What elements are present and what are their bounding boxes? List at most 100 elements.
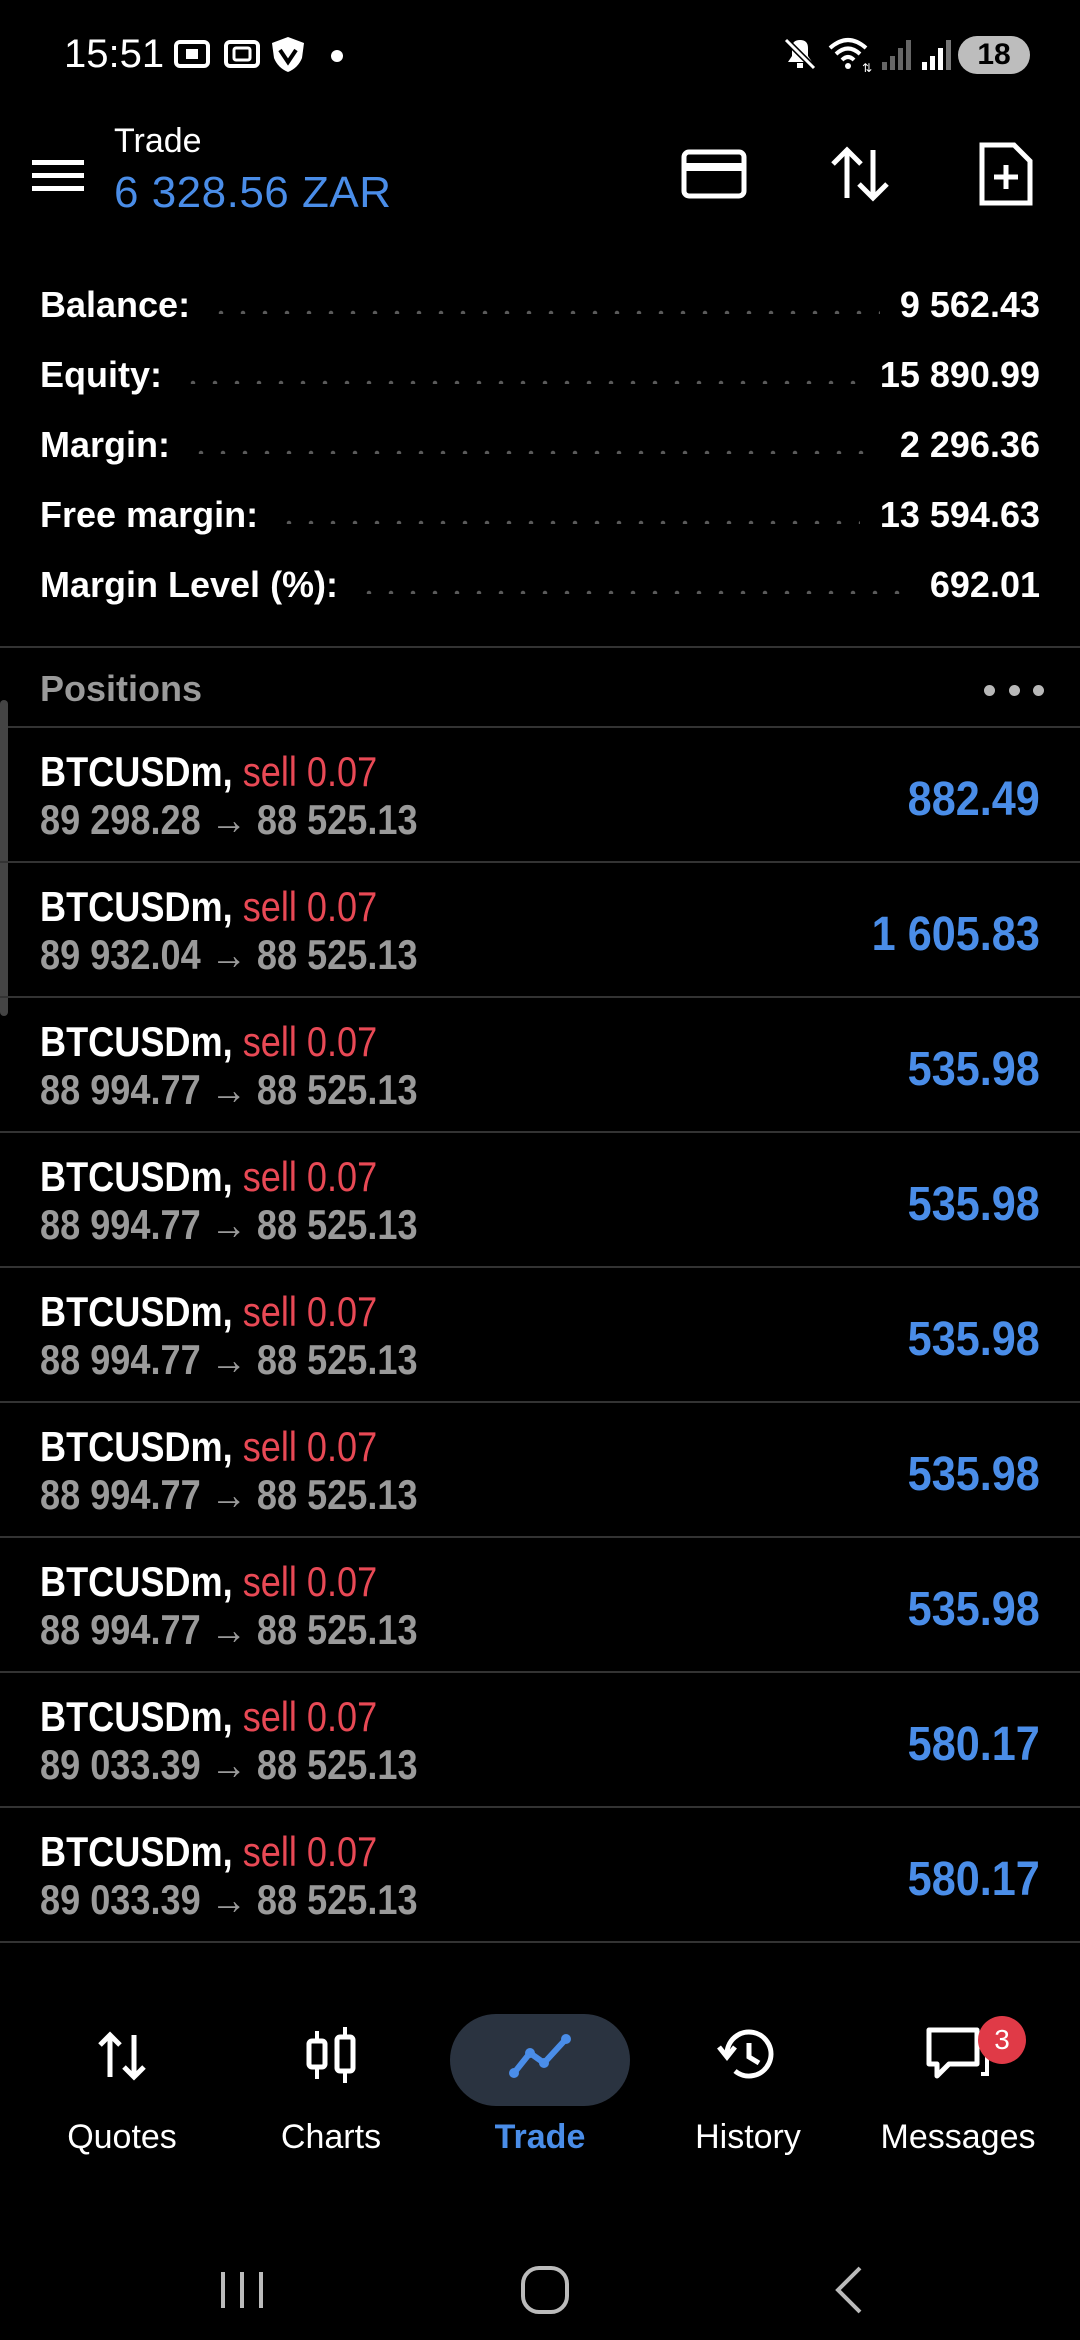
screenshot-icon bbox=[174, 40, 210, 68]
position-row[interactable]: BTCUSDm, sell 0.07 89 298.28 → 88 525.13… bbox=[0, 728, 1080, 863]
home-icon bbox=[521, 2266, 569, 2314]
positions-list: BTCUSDm, sell 0.07 89 298.28 → 88 525.13… bbox=[0, 728, 1080, 1943]
signal-icon-1 bbox=[882, 40, 911, 70]
position-profit: 535.98 bbox=[907, 1313, 1040, 1366]
position-symbol: BTCUSDm, bbox=[40, 1558, 233, 1605]
position-symbol: BTCUSDm, bbox=[40, 1153, 233, 1200]
nav-quotes[interactable]: Quotes bbox=[22, 1990, 222, 2170]
position-profit: 882.49 bbox=[907, 773, 1040, 826]
nav-label: Charts bbox=[280, 2118, 382, 2156]
app-header: Trade 6 328.56 ZAR bbox=[0, 110, 1080, 240]
summary-label: Margin: bbox=[40, 424, 170, 465]
position-direction: sell 0.07 bbox=[242, 1018, 378, 1065]
position-row[interactable]: BTCUSDm, sell 0.07 88 994.77 → 88 525.13… bbox=[0, 998, 1080, 1133]
summary-row-margin-level: Margin Level (%): 692.01 bbox=[0, 550, 1080, 620]
dotted-leader bbox=[182, 380, 860, 384]
position-profit: 1 605.83 bbox=[871, 908, 1040, 961]
position-symbol: BTCUSDm, bbox=[40, 1018, 233, 1065]
wifi-icon: ⇅ bbox=[828, 38, 872, 74]
new-order-button[interactable] bbox=[966, 134, 1046, 214]
position-profit: 580.17 bbox=[907, 1718, 1040, 1771]
position-prices: 89 932.04 → 88 525.13 bbox=[40, 931, 418, 978]
position-direction: sell 0.07 bbox=[242, 1693, 378, 1740]
position-prices: 89 033.39 → 88 525.13 bbox=[40, 1741, 418, 1788]
position-profit: 535.98 bbox=[907, 1043, 1040, 1096]
position-profit: 580.17 bbox=[907, 1853, 1040, 1906]
summary-label: Equity: bbox=[40, 354, 162, 395]
status-bar: 15:51 ⇅ 18 bbox=[0, 0, 1080, 110]
summary-value: 692.01 bbox=[929, 564, 1040, 605]
more-options-icon[interactable] bbox=[984, 670, 1044, 710]
dotted-leader bbox=[210, 310, 880, 314]
position-row[interactable]: BTCUSDm, sell 0.07 89 932.04 → 88 525.13… bbox=[0, 863, 1080, 998]
dotted-leader bbox=[358, 590, 910, 594]
position-row[interactable]: BTCUSDm, sell 0.07 88 994.77 → 88 525.13… bbox=[0, 1268, 1080, 1403]
menu-icon[interactable] bbox=[30, 146, 86, 206]
nav-history[interactable]: History bbox=[648, 1990, 848, 2170]
summary-row-margin: Margin: 2 296.36 bbox=[0, 410, 1080, 480]
battery-indicator: 18 bbox=[958, 36, 1030, 74]
position-symbol: BTCUSDm, bbox=[40, 748, 233, 795]
summary-value: 2 296.36 bbox=[899, 424, 1040, 465]
notification-dot-icon bbox=[331, 50, 343, 62]
positions-header: Positions bbox=[0, 648, 1080, 728]
new-document-icon bbox=[979, 142, 1033, 206]
position-prices: 88 994.77 → 88 525.13 bbox=[40, 1066, 418, 1113]
credit-card-icon bbox=[681, 149, 747, 199]
messages-badge: 3 bbox=[978, 2016, 1026, 2064]
positions-title: Positions bbox=[40, 668, 203, 709]
charts-icon bbox=[286, 2020, 376, 2090]
svg-text:⇅: ⇅ bbox=[862, 61, 872, 74]
position-profit: 535.98 bbox=[907, 1583, 1040, 1636]
position-prices: 88 994.77 → 88 525.13 bbox=[40, 1606, 418, 1653]
dotted-leader bbox=[278, 520, 860, 524]
position-row[interactable]: BTCUSDm, sell 0.07 89 033.39 → 88 525.13… bbox=[0, 1808, 1080, 1943]
summary-value: 9 562.43 bbox=[899, 284, 1040, 325]
account-summary: Balance: 9 562.43 Equity: 15 890.99 Marg… bbox=[0, 270, 1080, 620]
deposit-button[interactable] bbox=[674, 134, 754, 214]
sort-icon bbox=[831, 146, 889, 202]
recent-apps-button[interactable] bbox=[202, 2250, 282, 2330]
back-button[interactable] bbox=[808, 2250, 888, 2330]
position-symbol: BTCUSDm, bbox=[40, 1288, 233, 1335]
summary-label: Balance: bbox=[40, 284, 191, 325]
position-prices: 88 994.77 → 88 525.13 bbox=[40, 1201, 418, 1248]
nav-charts[interactable]: Charts bbox=[231, 1990, 431, 2170]
home-button[interactable] bbox=[505, 2250, 585, 2330]
position-direction: sell 0.07 bbox=[242, 1828, 378, 1875]
summary-label: Free margin: bbox=[40, 494, 259, 535]
nav-messages[interactable]: 3 Messages bbox=[858, 1990, 1058, 2170]
system-navigation-bar bbox=[0, 2230, 1080, 2340]
position-row[interactable]: BTCUSDm, sell 0.07 89 033.39 → 88 525.13… bbox=[0, 1673, 1080, 1808]
position-direction: sell 0.07 bbox=[242, 883, 378, 930]
position-symbol: BTCUSDm, bbox=[40, 1423, 233, 1470]
trade-icon bbox=[495, 2020, 585, 2090]
back-icon bbox=[835, 2266, 862, 2314]
position-profit: 535.98 bbox=[907, 1178, 1040, 1231]
summary-row-free-margin: Free margin: 13 594.63 bbox=[0, 480, 1080, 550]
vpn-shield-icon bbox=[272, 37, 304, 72]
position-prices: 89 033.39 → 88 525.13 bbox=[40, 1876, 418, 1923]
nav-trade[interactable]: Trade bbox=[440, 1990, 640, 2170]
status-time: 15:51 bbox=[64, 32, 165, 76]
nav-label: Trade bbox=[494, 2118, 586, 2156]
position-row[interactable]: BTCUSDm, sell 0.07 88 994.77 → 88 525.13… bbox=[0, 1403, 1080, 1538]
signal-icon-2 bbox=[922, 40, 951, 70]
position-direction: sell 0.07 bbox=[242, 1153, 378, 1200]
history-icon bbox=[703, 2020, 793, 2090]
position-row[interactable]: BTCUSDm, sell 0.07 88 994.77 → 88 525.13… bbox=[0, 1133, 1080, 1268]
nav-label: Messages bbox=[880, 2118, 1036, 2156]
dotted-leader bbox=[190, 450, 880, 454]
position-prices: 88 994.77 → 88 525.13 bbox=[40, 1471, 418, 1518]
position-profit: 535.98 bbox=[907, 1448, 1040, 1501]
account-balance-display: 6 328.56 ZAR bbox=[114, 168, 392, 217]
position-row[interactable]: BTCUSDm, sell 0.07 88 994.77 → 88 525.13… bbox=[0, 1538, 1080, 1673]
summary-row-equity: Equity: 15 890.99 bbox=[0, 340, 1080, 410]
position-prices: 89 298.28 → 88 525.13 bbox=[40, 796, 418, 843]
nav-label: History bbox=[695, 2118, 801, 2156]
sort-button[interactable] bbox=[820, 134, 900, 214]
nav-label: Quotes bbox=[67, 2118, 177, 2156]
bottom-navigation: Quotes Charts Trade History 3 Messages bbox=[0, 1990, 1080, 2190]
position-direction: sell 0.07 bbox=[242, 1423, 378, 1470]
recent-apps-icon bbox=[221, 2272, 263, 2308]
